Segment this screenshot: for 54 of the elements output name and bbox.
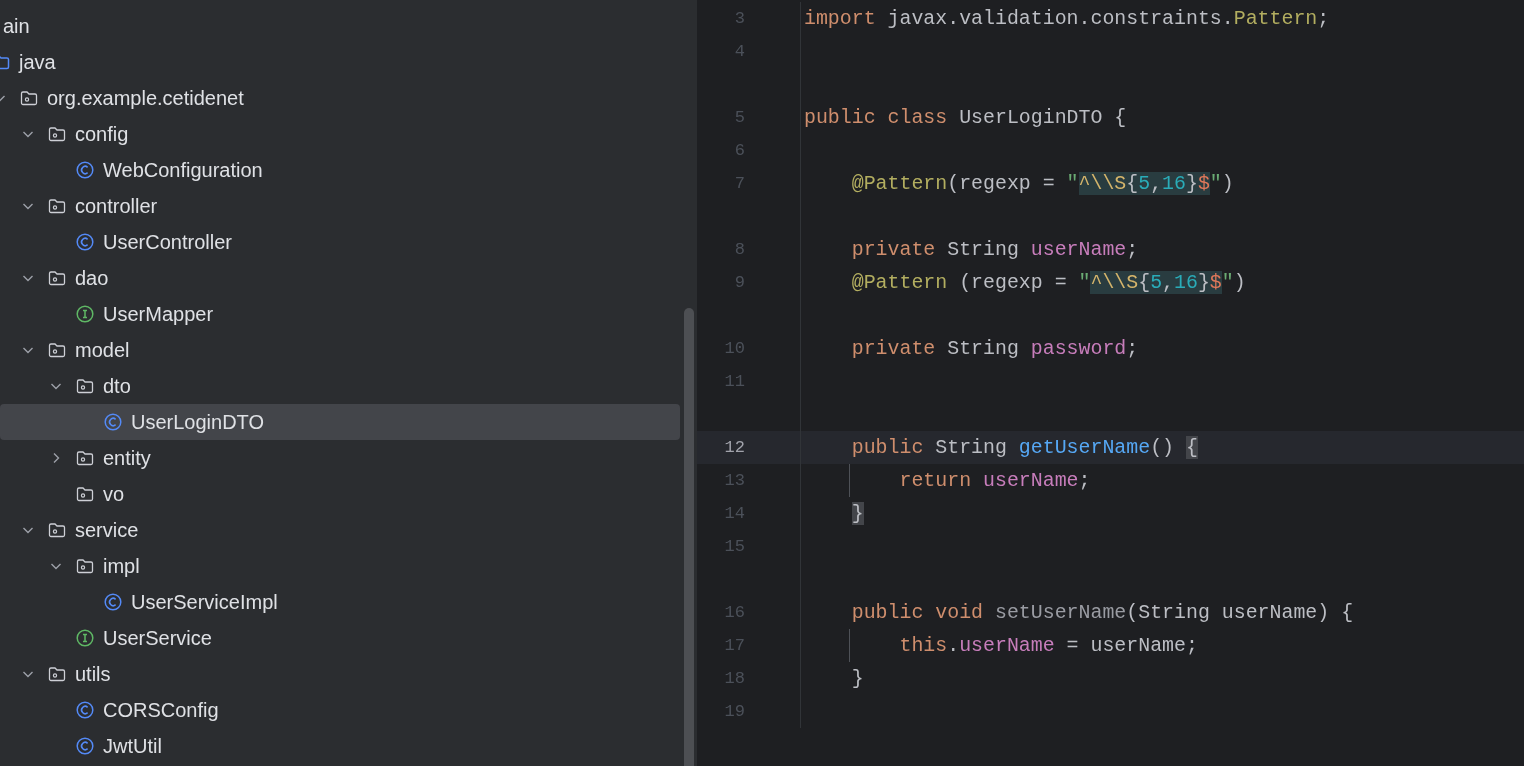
tree-item-label[interactable]: org.example.cetidenet — [47, 86, 244, 110]
interface-icon — [76, 629, 94, 647]
class-icon — [76, 233, 94, 251]
scrollbar-thumb[interactable] — [684, 308, 694, 766]
class-icon — [76, 701, 94, 719]
class-icon — [76, 161, 94, 179]
tree-item-label[interactable]: service — [75, 518, 139, 542]
code-line: public void setUserName(String userName) { — [851, 601, 1354, 624]
folder-icon — [48, 198, 66, 214]
tree-item-label[interactable]: CORSConfig — [103, 698, 219, 722]
tree-item-label[interactable]: entity — [103, 446, 151, 470]
code-line: this.userName = userName; — [899, 634, 1198, 657]
folder-icon — [76, 450, 94, 466]
tree-item-label[interactable]: utils — [75, 662, 111, 686]
code-line: public class UserLoginDTO { — [804, 106, 1127, 129]
tree-item-label[interactable]: controller — [75, 194, 158, 218]
tree-item-label[interactable]: vo — [103, 482, 125, 506]
line-number: 12 — [723, 438, 745, 457]
folder-icon — [48, 666, 66, 682]
tree-item-label[interactable]: dto — [103, 374, 131, 398]
folder-icon — [20, 90, 38, 106]
tree-item-label[interactable]: UserMapper — [103, 302, 214, 326]
folder-icon — [48, 126, 66, 142]
class-icon — [104, 593, 122, 611]
class-icon — [104, 413, 122, 431]
code-line: return userName; — [899, 469, 1091, 492]
class-icon — [76, 737, 94, 755]
tree-item-label[interactable]: java — [19, 50, 56, 74]
tree-item-label[interactable]: ain — [3, 14, 30, 38]
folder-icon — [76, 378, 94, 394]
code-line: private String password; — [851, 337, 1139, 360]
folder-icon — [48, 342, 66, 358]
tree-item-label[interactable]: model — [75, 338, 130, 362]
code-line: import javax.validation.constraints.Pattern; — [804, 7, 1330, 30]
code-line: public String getUserName() { — [851, 436, 1198, 459]
tree-item-label[interactable]: UserService — [103, 626, 212, 650]
tree-item-label[interactable]: dao — [75, 266, 109, 290]
folder-icon — [76, 558, 94, 574]
tree-item-label[interactable]: UserServiceImpl — [131, 590, 278, 614]
code-line: @Pattern (regexp = "^\\S{5,16}$") — [851, 271, 1246, 294]
code-line: private String userName; — [851, 238, 1139, 261]
tree-item-label[interactable]: WebConfiguration — [103, 158, 263, 182]
interface-icon — [76, 305, 94, 323]
tree-item-label[interactable]: JwtUtil — [103, 734, 162, 758]
folder-icon — [48, 522, 66, 538]
tree-item-label[interactable]: config — [75, 122, 129, 146]
tree-item-label[interactable]: UserLoginDTO — [131, 410, 265, 434]
tree-row-highlight[interactable]: UserLoginDTO — [0, 404, 680, 440]
folder-icon — [48, 270, 66, 286]
code-line: @Pattern(regexp = "^\\S{5,16}$") — [851, 172, 1234, 195]
code-line: } — [851, 667, 864, 690]
tree-item-label[interactable]: impl — [103, 554, 140, 578]
folder-icon — [76, 486, 94, 502]
tree-item-label[interactable]: UserController — [103, 230, 232, 254]
